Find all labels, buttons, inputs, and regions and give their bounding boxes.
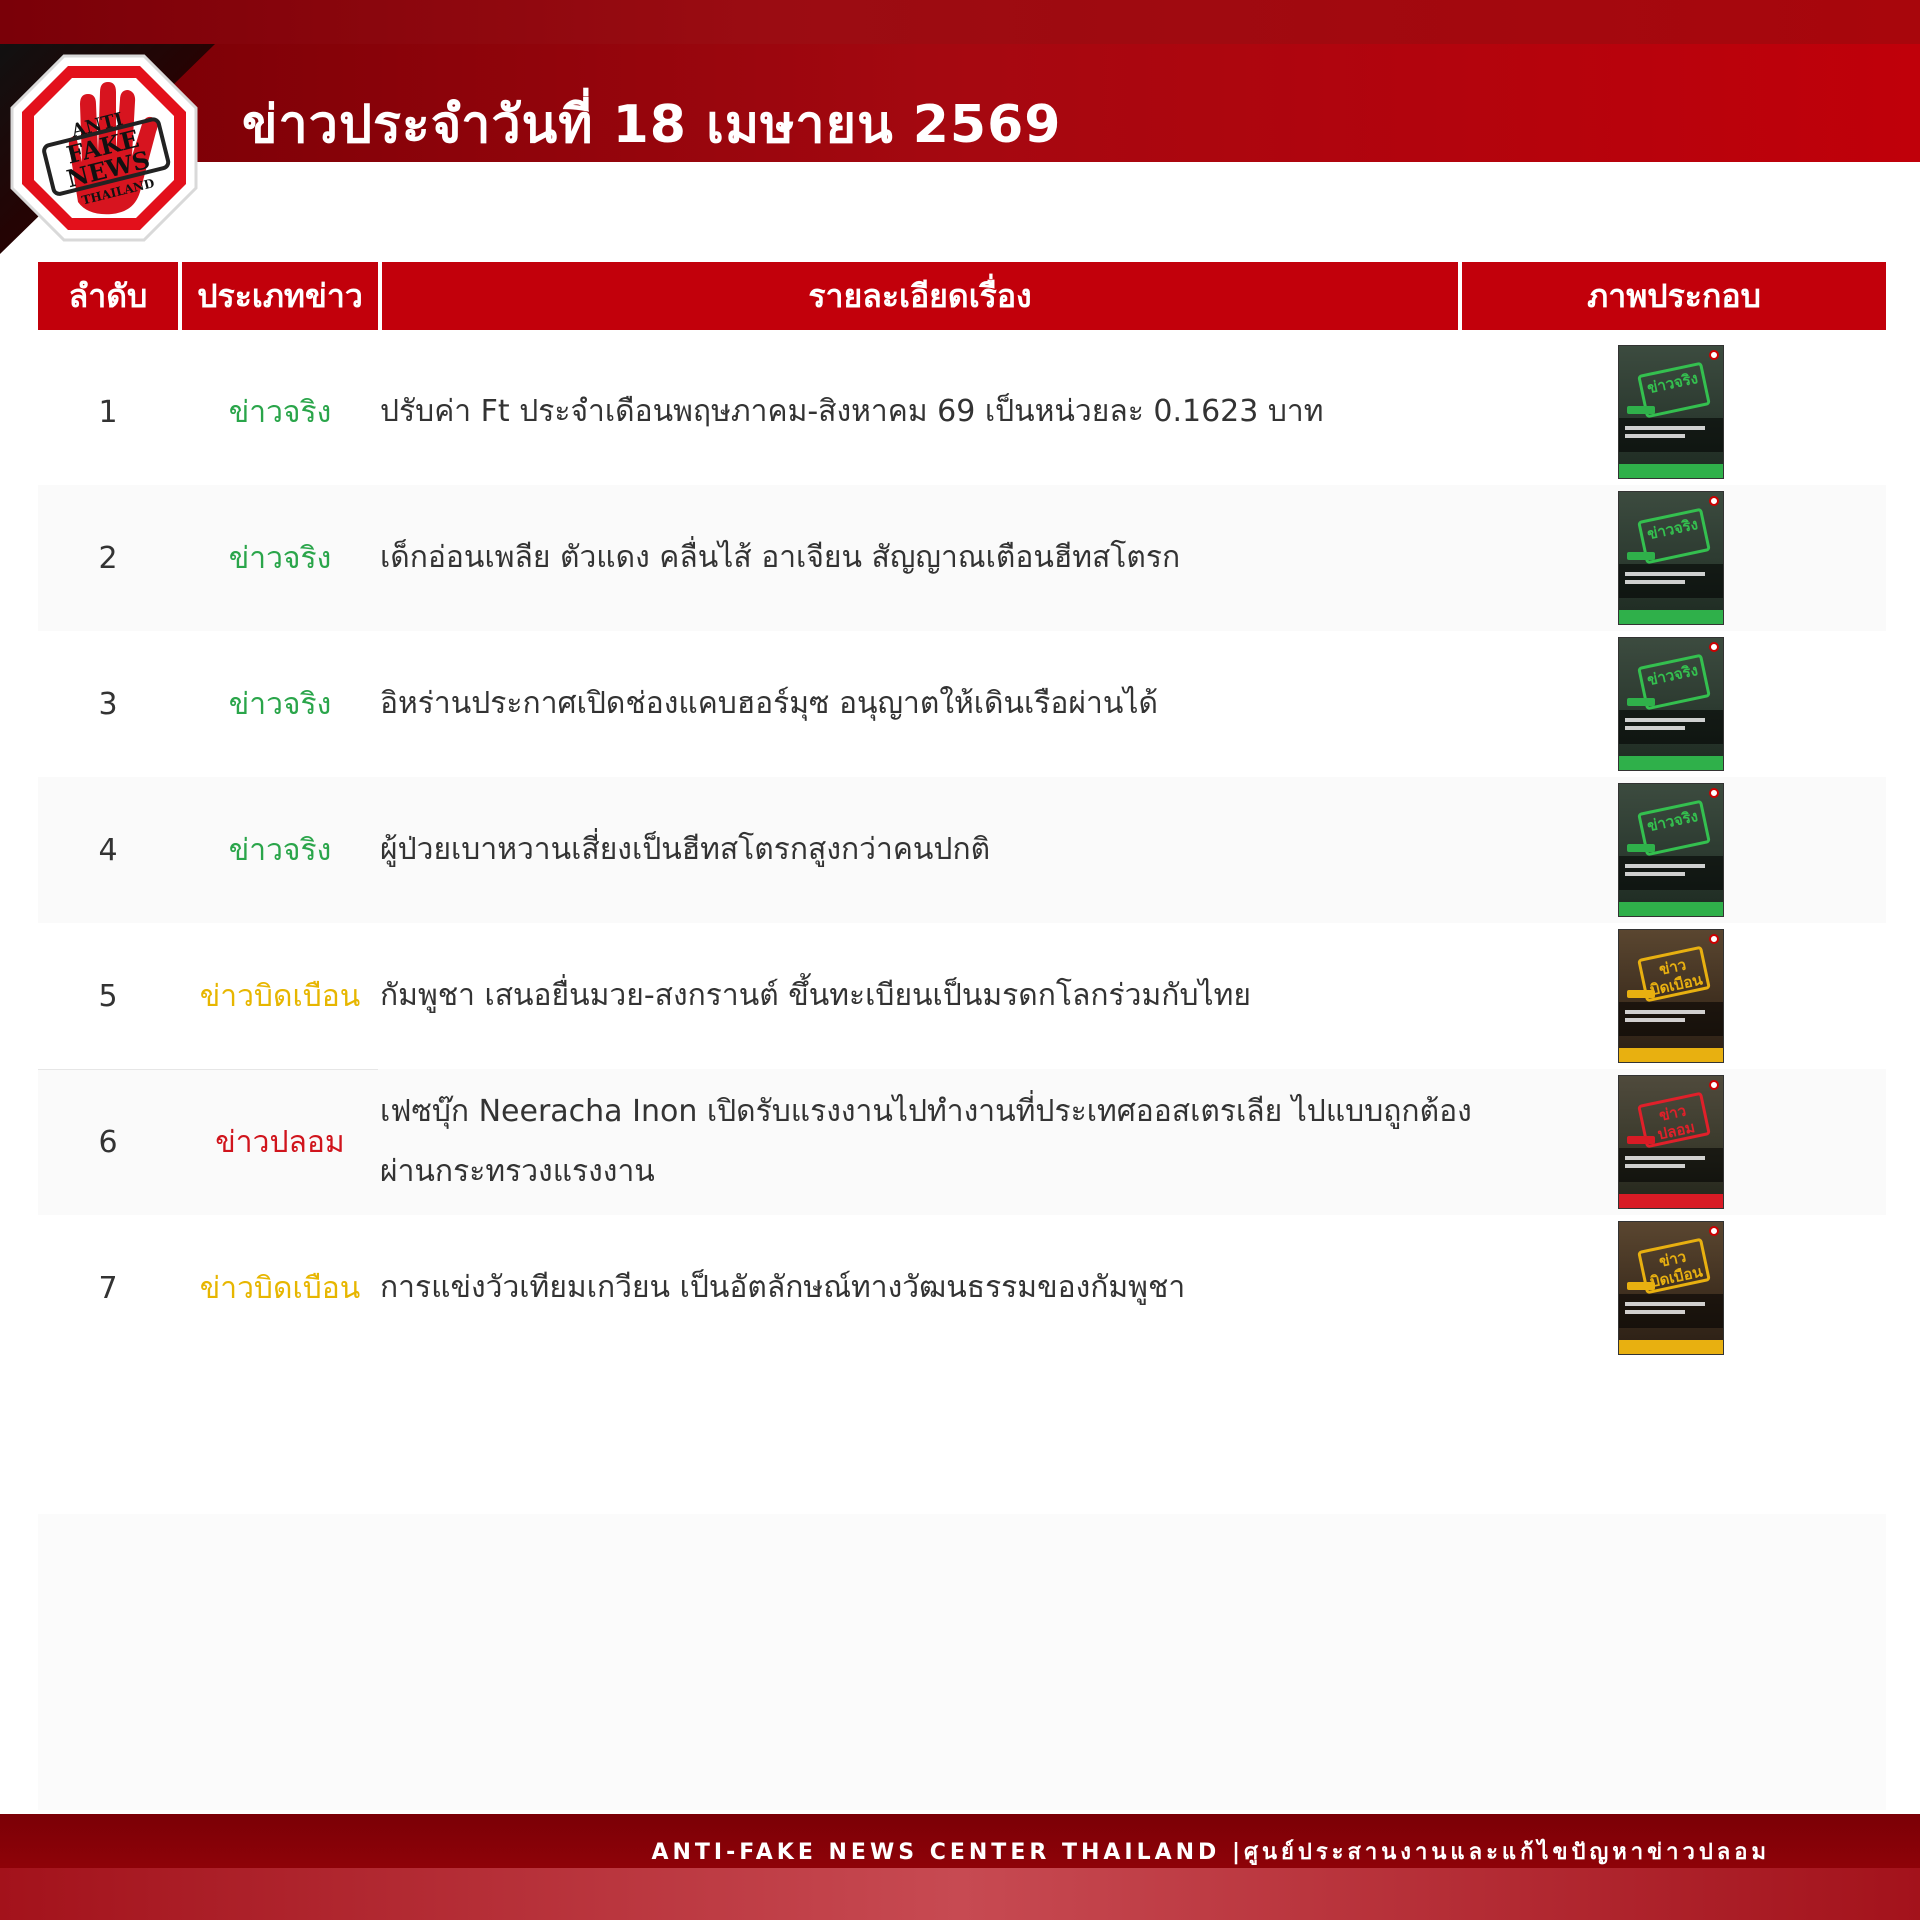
thumbnail-image: ข่าวจริง — [1618, 637, 1724, 771]
thumbnail-badge-icon — [1709, 934, 1719, 944]
column-header-number: ลำดับ — [38, 262, 178, 330]
thumbnail-image: ข่าวจริง — [1618, 783, 1724, 917]
thumbnail-tag — [1627, 990, 1655, 998]
thumbnail-badge-icon — [1709, 1226, 1719, 1236]
table-row: 5 ข่าวบิดเบือน กัมพูชา เสนอยื่นมวย-สงกรานต… — [38, 923, 1886, 1069]
table-row: 3 ข่าวจริง อิหร่านประกาศเปิดช่องแคบฮอร์มุซ… — [38, 631, 1886, 777]
thumbnail-image: ข่าวบิดเบือน — [1618, 929, 1724, 1063]
thumbnail-tag — [1627, 844, 1655, 852]
news-type-label: ข่าวจริง — [228, 394, 332, 430]
thumbnail-image: ข่าวจริง — [1618, 491, 1724, 625]
thumbnail-image: ข่าวจริง — [1618, 345, 1724, 479]
thumbnail-badge-icon — [1709, 496, 1719, 506]
thumbnail-caption-line — [1625, 1156, 1705, 1160]
row-number: 1 — [98, 394, 118, 430]
news-type-label: ข่าวจริง — [228, 540, 332, 576]
row-number: 4 — [98, 832, 118, 868]
thumbnail-badge-icon — [1709, 642, 1719, 652]
thumbnail-footer-bar — [1619, 464, 1723, 478]
thumbnail-footer-bar — [1619, 756, 1723, 770]
thumbnail-tag — [1627, 406, 1655, 414]
news-details: เฟซบุ๊ก Neeracha Inon เปิดรับแรงงานไปทำง… — [380, 1094, 1472, 1189]
thumbnail-caption-line — [1625, 872, 1685, 876]
page-title: ข่าวประจำวันที่ 18 เมษายน 2569 — [242, 95, 1062, 155]
news-details: เด็กอ่อนเพลีย ตัวแดง คลื่นไส้ อาเจียน สั… — [380, 540, 1181, 575]
thumbnail-image: ข่าวปลอม — [1618, 1075, 1724, 1209]
thumbnail-caption-line — [1625, 1018, 1685, 1022]
thumbnail-caption-line — [1625, 434, 1685, 438]
news-thumbnail[interactable]: ข่าวบิดเบือน — [1618, 1221, 1724, 1355]
thumbnail-caption-line — [1625, 726, 1685, 730]
row-number: 5 — [98, 978, 118, 1014]
thumbnail-caption-line — [1625, 1310, 1685, 1314]
news-thumbnail[interactable]: ข่าวจริง — [1618, 491, 1724, 625]
table-row: 2 ข่าวจริง เด็กอ่อนเพลีย ตัวแดง คลื่นไส้ อ… — [38, 485, 1886, 631]
thumbnail-tag — [1627, 552, 1655, 560]
footer-text: ANTI-FAKE NEWS CENTER THAILAND |ศูนย์ประ… — [651, 1840, 1770, 1865]
thumbnail-caption-line — [1625, 718, 1705, 722]
thumbnail-badge-icon — [1709, 788, 1719, 798]
thumbnail-tag — [1627, 698, 1655, 706]
empty-area — [38, 1514, 1886, 1810]
news-type-label: ข่าวจริง — [228, 686, 332, 722]
thumbnail-caption-line — [1625, 864, 1705, 868]
thumbnail-caption-line — [1625, 580, 1685, 584]
thumbnail-caption-line — [1625, 1010, 1705, 1014]
news-thumbnail[interactable]: ข่าวปลอม — [1618, 1075, 1724, 1209]
thumbnail-footer-bar — [1619, 1340, 1723, 1354]
news-details: ผู้ป่วยเบาหวานเสี่ยงเป็นฮีทสโตรกสูงกว่าค… — [380, 832, 991, 867]
title-bar: ข่าวประจำวันที่ 18 เมษายน 2569 — [150, 44, 1920, 162]
thumbnail-caption-line — [1625, 426, 1705, 430]
table-row: 1 ข่าวจริง ปรับค่า Ft ประจำเดือนพฤษภาคม-สิ… — [38, 339, 1886, 485]
thumbnail-footer-bar — [1619, 902, 1723, 916]
news-type-label: ข่าวบิดเบือน — [199, 978, 361, 1014]
table-row: 4 ข่าวจริง ผู้ป่วยเบาหวานเสี่ยงเป็นฮีทสโตร… — [38, 777, 1886, 923]
top-strip — [0, 0, 1920, 44]
news-thumbnail[interactable]: ข่าวจริง — [1618, 637, 1724, 771]
row-number: 7 — [98, 1270, 118, 1306]
table-row: 7 ข่าวบิดเบือน การแข่งวัวเทียมเกวียน เป็นอ… — [38, 1215, 1886, 1361]
news-thumbnail[interactable]: ข่าวจริง — [1618, 345, 1724, 479]
thumbnail-footer-bar — [1619, 1048, 1723, 1062]
news-details: กัมพูชา เสนอยื่นมวย-สงกรานต์ ขึ้นทะเบียน… — [380, 978, 1251, 1013]
column-header-type: ประเภทข่าว — [182, 262, 378, 330]
news-details: อิหร่านประกาศเปิดช่องแคบฮอร์มุซ อนุญาตให… — [380, 686, 1158, 721]
thumbnail-badge-icon — [1709, 350, 1719, 360]
thumbnail-tag — [1627, 1136, 1655, 1144]
column-header-details: รายละเอียดเรื่อง — [382, 262, 1458, 330]
thumbnail-badge-icon — [1709, 1080, 1719, 1090]
news-details: ปรับค่า Ft ประจำเดือนพฤษภาคม-สิงหาคม 69 … — [380, 394, 1324, 429]
thumbnail-caption-line — [1625, 1302, 1705, 1306]
thumbnail-caption-line — [1625, 572, 1705, 576]
news-thumbnail[interactable]: ข่าวจริง — [1618, 783, 1724, 917]
footer-bottom-band — [0, 1868, 1920, 1920]
thumbnail-caption-line — [1625, 1164, 1685, 1168]
column-header-image: ภาพประกอบ — [1462, 262, 1886, 330]
thumbnail-tag — [1627, 1282, 1655, 1290]
anti-fake-news-logo-icon: ANTI FAKE NEWS THAILAND — [8, 52, 200, 244]
news-details: การแข่งวัวเทียมเกวียน เป็นอัตลักษณ์ทางวั… — [380, 1270, 1186, 1305]
row-number: 2 — [98, 540, 118, 576]
news-type-label: ข่าวปลอม — [215, 1124, 345, 1160]
thumbnail-image: ข่าวบิดเบือน — [1618, 1221, 1724, 1355]
thumbnail-footer-bar — [1619, 610, 1723, 624]
news-type-label: ข่าวจริง — [228, 832, 332, 868]
row-number: 6 — [98, 1124, 118, 1160]
news-type-label: ข่าวบิดเบือน — [199, 1270, 361, 1306]
row-number: 3 — [98, 686, 118, 722]
table-row: 6 ข่าวปลอม เฟซบุ๊ก Neeracha Inon เปิดรับแร… — [38, 1069, 1886, 1215]
news-thumbnail[interactable]: ข่าวบิดเบือน — [1618, 929, 1724, 1063]
thumbnail-footer-bar — [1619, 1194, 1723, 1208]
